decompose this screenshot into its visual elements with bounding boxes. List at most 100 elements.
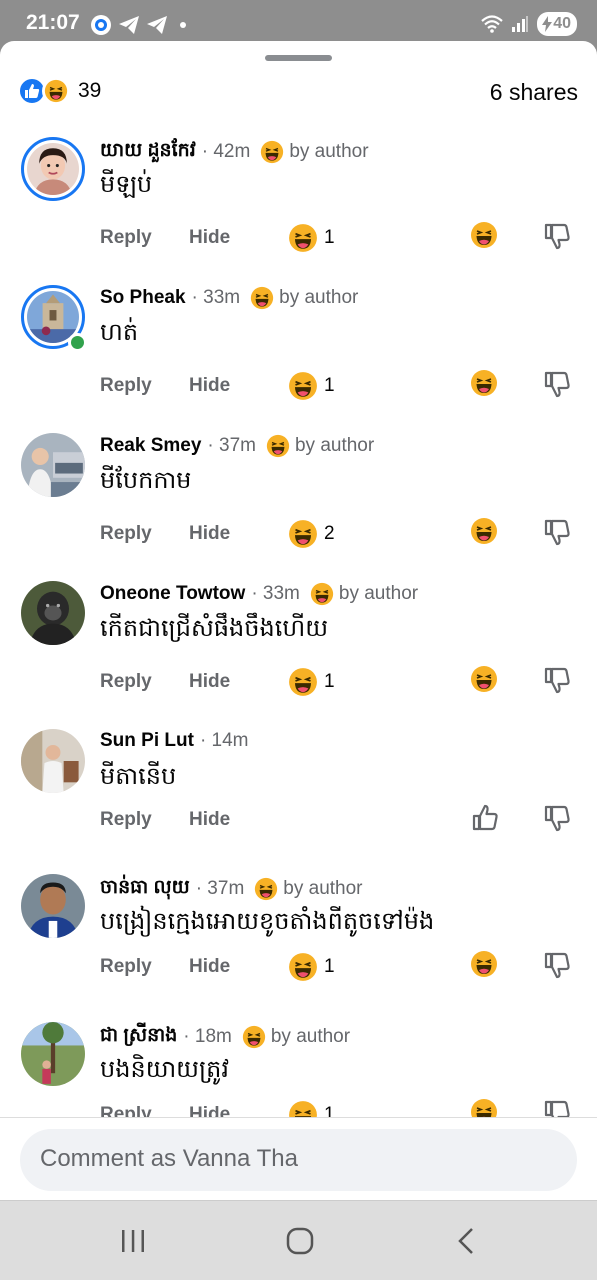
avatar[interactable] xyxy=(21,729,85,793)
avatar[interactable] xyxy=(21,137,85,201)
back-icon[interactable] xyxy=(451,1225,483,1257)
comment-reactions[interactable]: 1 xyxy=(288,371,335,401)
hide-button[interactable]: Hide xyxy=(189,227,230,249)
comment-composer: Comment as Vanna Tha xyxy=(0,1117,597,1200)
comment-author[interactable]: យាយ ដួនកែវ xyxy=(100,138,196,166)
by-author-label: by author xyxy=(279,287,359,308)
comment-actions: Reply Hide xyxy=(100,804,580,839)
comment-reaction-count: 1 xyxy=(324,375,335,396)
comment-item: Oneone Towtow · 33m by author កើតជាជ្រើស… xyxy=(0,577,597,725)
comment-reactions[interactable]: 1 xyxy=(288,667,335,697)
comment-time: · 18m xyxy=(183,1026,232,1047)
recent-apps-icon[interactable] xyxy=(117,1225,149,1257)
avatar[interactable] xyxy=(21,1022,85,1086)
online-indicator xyxy=(68,333,87,352)
comment-actions: Reply Hide 2 xyxy=(100,518,580,553)
by-author-label: by author xyxy=(338,583,419,604)
comment-item: So Pheak · 33m by author ហត់ Reply Hide … xyxy=(0,281,597,429)
comment-author[interactable]: ជា ស្រីនាង xyxy=(100,1023,177,1051)
comment-item: Sun Pi Lut · 14m មីតានើប Reply Hide xyxy=(0,725,597,870)
haha-react-button[interactable] xyxy=(470,221,498,249)
haha-icon xyxy=(289,668,317,696)
messenger-icon xyxy=(91,15,111,35)
thumbs-up-icon[interactable] xyxy=(470,803,500,833)
by-author-label: by author xyxy=(294,435,375,456)
haha-icon xyxy=(266,434,290,458)
comment-reactions[interactable]: 1 xyxy=(288,223,335,253)
avatar[interactable] xyxy=(21,581,85,645)
haha-icon xyxy=(261,140,284,164)
home-icon[interactable] xyxy=(284,1225,316,1257)
comment-item: Reak Smey · 37m by author មីបែកកាម Reply… xyxy=(0,429,597,577)
by-author-label: by author xyxy=(270,1026,351,1047)
comment-reactions[interactable]: 1 xyxy=(288,952,335,982)
thumbs-down-icon[interactable] xyxy=(542,517,572,547)
dot-icon xyxy=(180,22,186,28)
comment-input-placeholder: Comment as Vanna Tha xyxy=(40,1145,298,1172)
comment-text: បងនិយាយត្រូវ xyxy=(100,1055,230,1083)
hide-button[interactable]: Hide xyxy=(189,375,230,397)
reply-button[interactable]: Reply xyxy=(100,671,152,693)
comment-reaction-count: 2 xyxy=(324,523,335,544)
battery-level: 40 xyxy=(553,15,571,32)
haha-icon xyxy=(289,372,317,400)
haha-icon xyxy=(310,582,334,606)
haha-icon xyxy=(250,286,274,310)
thumbs-down-icon[interactable] xyxy=(542,803,572,833)
reply-button[interactable]: Reply xyxy=(100,809,152,831)
drag-handle[interactable] xyxy=(265,55,332,61)
avatar[interactable] xyxy=(21,874,85,938)
comment-text: មីបែកកាម xyxy=(100,466,192,494)
comment-time: · 33m xyxy=(251,583,300,604)
comment-time: · 37m xyxy=(195,878,245,899)
reaction-count: 39 xyxy=(78,79,102,102)
thumbs-down-icon[interactable] xyxy=(542,950,572,980)
comment-author[interactable]: Oneone Towtow xyxy=(100,583,245,605)
telegram-icon xyxy=(119,16,139,34)
comment-text: មីតានើប xyxy=(100,762,177,790)
reaction-summary[interactable]: 39 6 shares xyxy=(18,77,578,107)
reply-button[interactable]: Reply xyxy=(100,375,152,397)
by-author-label: by author xyxy=(289,141,369,162)
haha-react-button[interactable] xyxy=(470,517,498,545)
comment-text: មីឡប់ xyxy=(100,170,153,198)
hide-button[interactable]: Hide xyxy=(189,523,230,545)
comment-time: · 37m xyxy=(207,435,256,456)
telegram-icon xyxy=(147,16,167,34)
thumbs-down-icon[interactable] xyxy=(542,665,572,695)
navigation-bar xyxy=(0,1200,597,1280)
comment-time: · 33m xyxy=(191,287,241,308)
haha-react-button[interactable] xyxy=(470,665,498,693)
hide-button[interactable]: Hide xyxy=(189,809,230,831)
haha-icon xyxy=(289,953,317,981)
haha-icon xyxy=(289,520,317,548)
comment-input[interactable]: Comment as Vanna Tha xyxy=(20,1129,577,1191)
comment-actions: Reply Hide 1 xyxy=(100,666,580,701)
thumbs-down-icon[interactable] xyxy=(542,369,572,399)
comment-author[interactable]: Reak Smey xyxy=(100,435,201,457)
notification-icons xyxy=(90,14,186,36)
reply-button[interactable]: Reply xyxy=(100,523,152,545)
comment-reactions[interactable]: 2 xyxy=(288,519,335,549)
hide-button[interactable]: Hide xyxy=(189,671,230,693)
thumbs-down-icon[interactable] xyxy=(542,221,572,251)
signal-icon xyxy=(512,16,529,32)
shares-count[interactable]: 6 shares xyxy=(490,79,578,106)
comment-author[interactable]: ចាន់ធា លុយ xyxy=(100,875,190,903)
haha-icon xyxy=(289,224,317,252)
comment-author[interactable]: So Pheak xyxy=(100,287,186,309)
comment-actions: Reply Hide 1 xyxy=(100,951,580,986)
comment-text: ហត់ xyxy=(100,318,139,346)
comment-author[interactable]: Sun Pi Lut xyxy=(100,730,194,752)
comment-time: · 42m xyxy=(201,141,251,162)
haha-react-button[interactable] xyxy=(470,950,498,978)
reply-button[interactable]: Reply xyxy=(100,956,152,978)
hide-button[interactable]: Hide xyxy=(189,956,230,978)
haha-react-button[interactable] xyxy=(470,369,498,397)
comment-reaction-count: 1 xyxy=(324,671,335,692)
reply-button[interactable]: Reply xyxy=(100,227,152,249)
haha-icon xyxy=(255,877,278,901)
battery-icon: 40 xyxy=(537,12,577,36)
avatar[interactable] xyxy=(21,433,85,497)
comment-text: កើតជាជ្រើសំផឹងចឹងហើយ xyxy=(100,614,329,642)
